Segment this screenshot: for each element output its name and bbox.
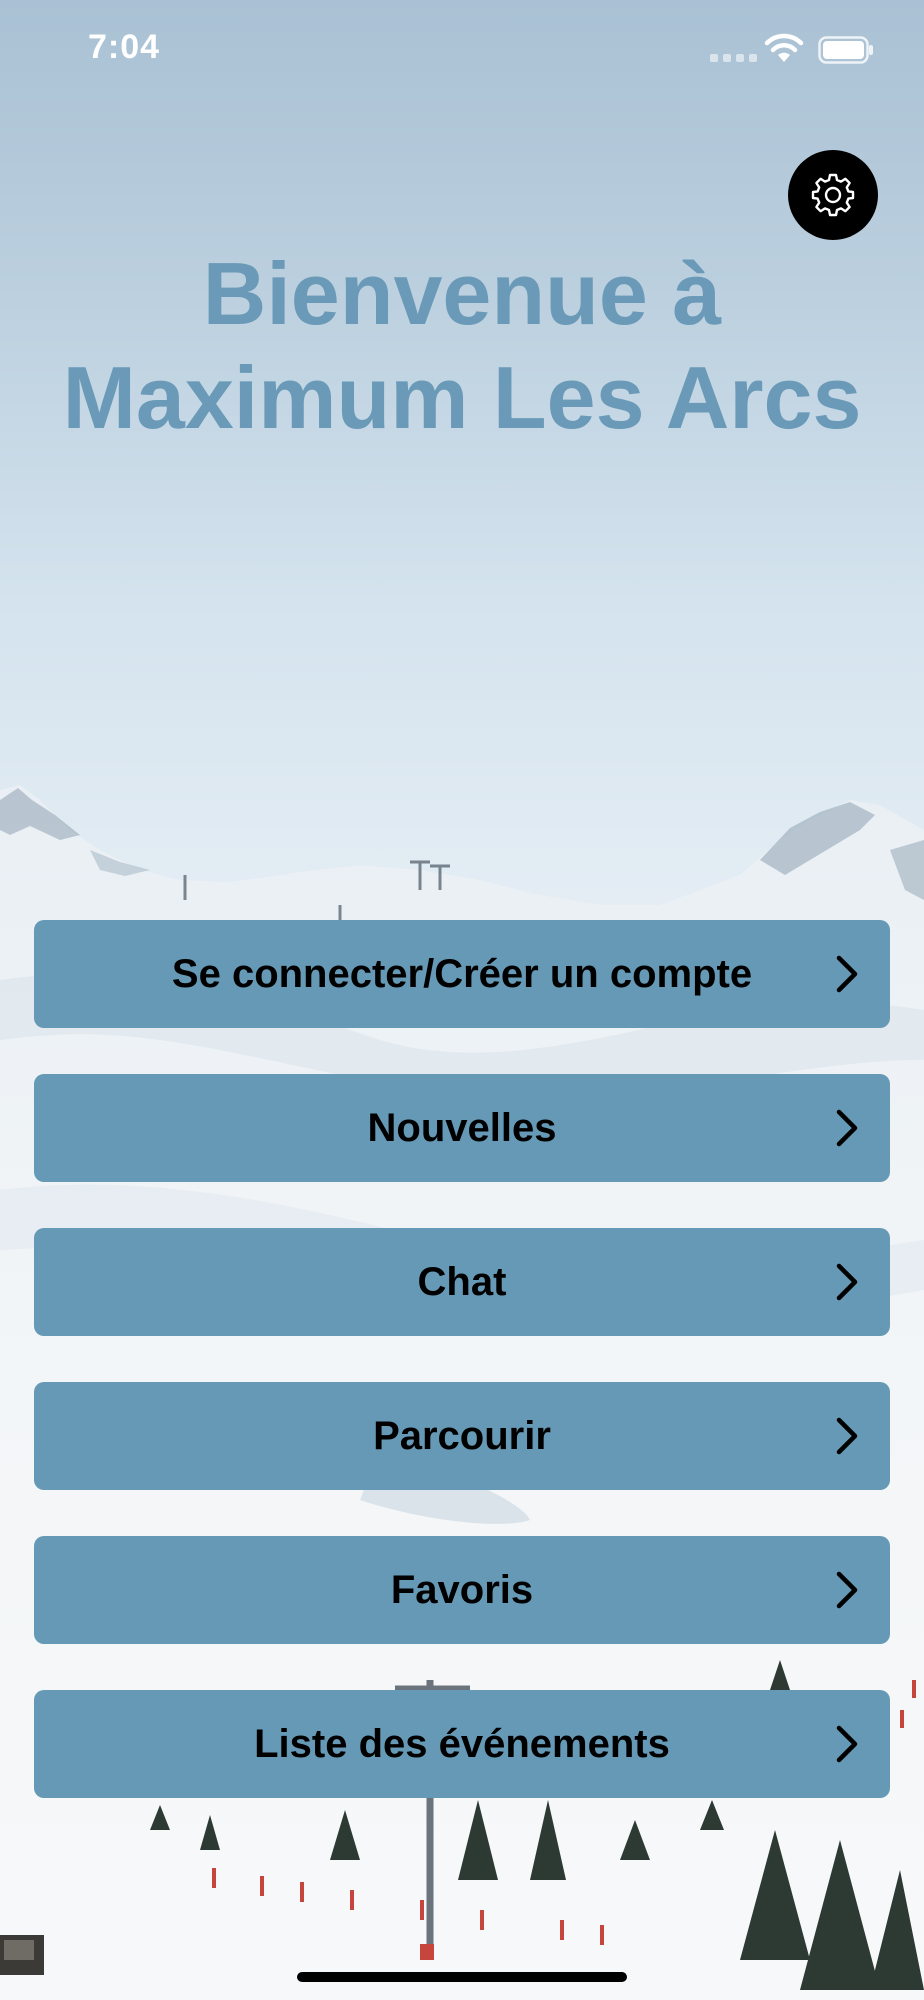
browse-button[interactable]: Parcourir [34,1382,890,1490]
menu-item-label: Parcourir [373,1413,551,1458]
welcome-title: Bienvenue à Maximum Les Arcs [0,242,924,450]
login-signup-button[interactable]: Se connecter/Créer un compte [34,920,890,1028]
news-button[interactable]: Nouvelles [34,1074,890,1182]
chat-button[interactable]: Chat [34,1228,890,1336]
battery-icon [818,36,873,64]
main-menu: Se connecter/Créer un compte Nouvelles C… [34,920,890,1844]
chevron-right-icon [836,955,858,993]
chevron-right-icon [836,1725,858,1763]
menu-item-label: Liste des événements [254,1721,670,1766]
events-list-button[interactable]: Liste des événements [34,1690,890,1798]
chevron-right-icon [836,1571,858,1609]
menu-item-label: Se connecter/Créer un compte [171,951,753,996]
home-indicator[interactable] [297,1972,627,1982]
chevron-right-icon [836,1109,858,1147]
welcome-title-line2: Maximum Les Arcs [62,348,862,447]
status-time: 7:04 [88,28,161,66]
welcome-title-line1: Bienvenue à [202,244,722,343]
wifi-icon [764,33,804,62]
chevron-right-icon [836,1417,858,1455]
menu-item-label: Favoris [390,1567,534,1612]
cellular-signal-icon [710,54,757,62]
menu-item-label: Nouvelles [367,1105,557,1150]
favorites-button[interactable]: Favoris [34,1536,890,1644]
settings-button[interactable] [788,150,878,240]
status-bar: 7:04 [0,0,924,100]
menu-item-label: Chat [417,1259,507,1304]
chevron-right-icon [836,1263,858,1301]
gear-icon [811,173,855,217]
